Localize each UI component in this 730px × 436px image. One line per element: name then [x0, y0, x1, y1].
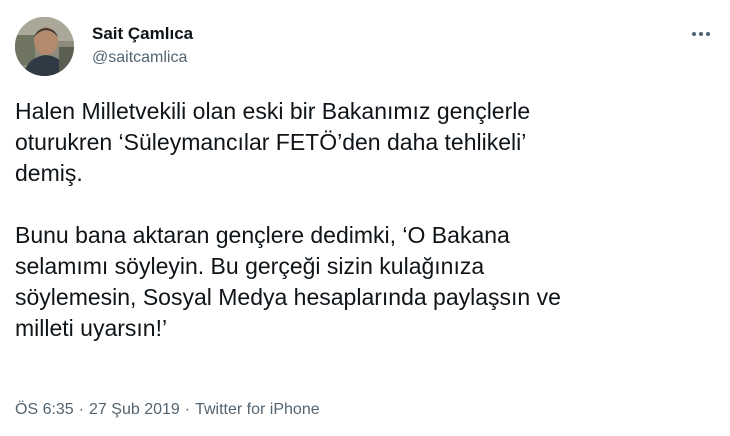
author-handle[interactable]: @saitcamlica	[92, 47, 193, 69]
more-horizontal-icon[interactable]	[687, 23, 715, 45]
tweet-paragraph: Bunu bana aktaran gençlere dedimki, ‘O B…	[15, 222, 561, 341]
tweet-paragraph: Halen Milletvekili olan eski bir Bakanım…	[15, 98, 531, 186]
separator: ·	[78, 401, 85, 418]
tweet-header: Sait Çamlıca @saitcamlica	[15, 17, 715, 77]
tweet-date[interactable]: 27 Şub 2019	[89, 401, 180, 418]
tweet-card: Sait Çamlıca @saitcamlica Halen Milletve…	[0, 0, 730, 436]
tweet-metadata: ÖS 6:35 · 27 Şub 2019 · Twitter for iPhone	[15, 400, 320, 420]
tweet-text: Halen Milletvekili olan eski bir Bakanım…	[15, 96, 720, 344]
separator: ·	[184, 401, 191, 418]
avatar-photo	[15, 17, 74, 76]
tweet-source[interactable]: Twitter for iPhone	[195, 401, 320, 418]
author-info: Sait Çamlıca @saitcamlica	[92, 23, 193, 69]
tweet-time[interactable]: ÖS 6:35	[15, 401, 74, 418]
author-display-name[interactable]: Sait Çamlıca	[92, 23, 193, 45]
avatar[interactable]	[15, 17, 74, 76]
